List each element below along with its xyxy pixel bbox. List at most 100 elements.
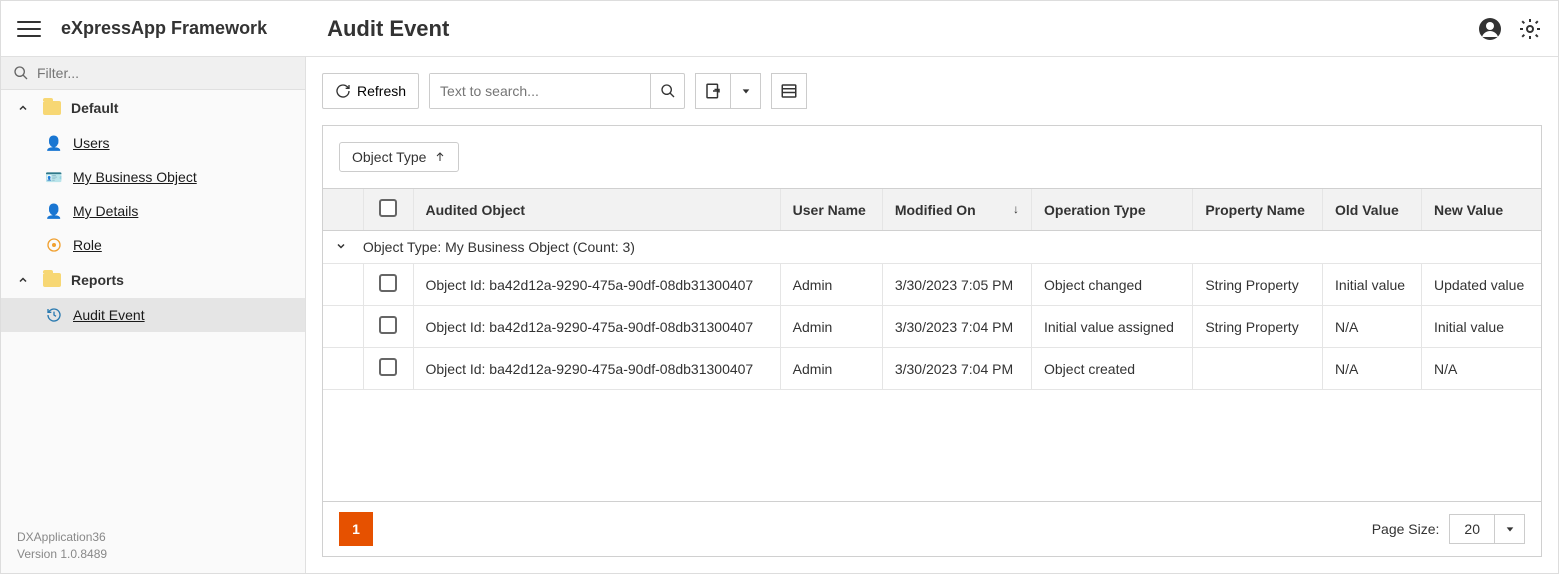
- column-header-new-value[interactable]: New Value: [1421, 189, 1541, 231]
- group-chip-label: Object Type: [352, 149, 426, 165]
- data-grid: Audited Object User Name Modified On↓ Op…: [323, 189, 1541, 501]
- collapse-group-icon[interactable]: [335, 240, 347, 252]
- folder-icon: [43, 273, 61, 287]
- export-button[interactable]: [695, 73, 731, 109]
- cell-modified-on: 3/30/2023 7:04 PM: [882, 348, 1031, 390]
- sidebar-filter: [1, 57, 305, 90]
- cell-audited-object: Object Id: ba42d12a-9290-475a-90df-08db3…: [413, 348, 780, 390]
- row-checkbox[interactable]: [379, 316, 397, 334]
- search-input[interactable]: [430, 74, 650, 108]
- menu-toggle-button[interactable]: [17, 17, 41, 41]
- column-header-select[interactable]: [363, 189, 413, 231]
- header: eXpressApp Framework Audit Event: [1, 1, 1558, 57]
- nav-group-label: Reports: [71, 272, 124, 288]
- user-account-icon[interactable]: [1478, 17, 1502, 41]
- group-row[interactable]: Object Type: My Business Object (Count: …: [323, 231, 1541, 264]
- row-checkbox[interactable]: [379, 358, 397, 376]
- cell-operation-type: Object changed: [1032, 264, 1193, 306]
- search-group: [429, 73, 685, 109]
- toolbar: Refresh: [322, 73, 1542, 109]
- cell-property-name: [1193, 348, 1323, 390]
- sidebar-filter-input[interactable]: [37, 65, 293, 81]
- sidebar-item-audit-event[interactable]: Audit Event: [1, 298, 305, 332]
- column-header-audited-object[interactable]: Audited Object: [413, 189, 780, 231]
- app-root: eXpressApp Framework Audit Event: [0, 0, 1559, 574]
- sidebar-item-label: Role: [73, 237, 102, 253]
- column-header-user-name[interactable]: User Name: [780, 189, 882, 231]
- settings-gear-icon[interactable]: [1518, 17, 1542, 41]
- sidebar-item-my-details[interactable]: 👤 My Details: [1, 194, 305, 228]
- pager: 1 Page Size: 20: [323, 501, 1541, 556]
- refresh-button[interactable]: Refresh: [322, 73, 419, 109]
- nav-group-header-reports[interactable]: Reports: [1, 262, 305, 298]
- search-icon: [660, 83, 676, 99]
- group-panel[interactable]: Object Type: [323, 126, 1541, 189]
- sort-desc-icon: ↓: [1013, 202, 1019, 216]
- sidebar-item-role[interactable]: Role: [1, 228, 305, 262]
- column-chooser-button[interactable]: [771, 73, 807, 109]
- app-title: eXpressApp Framework: [61, 18, 267, 39]
- cell-audited-object: Object Id: ba42d12a-9290-475a-90df-08db3…: [413, 264, 780, 306]
- cell-operation-type: Initial value assigned: [1032, 306, 1193, 348]
- column-header-modified-on[interactable]: Modified On↓: [882, 189, 1031, 231]
- chevron-down-icon: [1505, 524, 1515, 534]
- cell-old-value: Initial value: [1323, 264, 1422, 306]
- page-size-select[interactable]: 20: [1449, 514, 1525, 544]
- cell-old-value: N/A: [1323, 306, 1422, 348]
- page-size-value: 20: [1450, 515, 1494, 543]
- page-title: Audit Event: [327, 16, 449, 42]
- person-info-icon: 👤: [45, 202, 63, 220]
- nav-group-label: Default: [71, 100, 118, 116]
- sidebar-item-users[interactable]: 👤 Users: [1, 126, 305, 160]
- columns-icon: [780, 82, 798, 100]
- footer-app-name: DXApplication36: [17, 529, 289, 546]
- card-icon: 🪪: [45, 168, 63, 186]
- cell-new-value: N/A: [1421, 348, 1541, 390]
- page-size-dropdown-button[interactable]: [1494, 515, 1524, 543]
- app-footer: DXApplication36 Version 1.0.8489: [1, 519, 305, 573]
- sidebar-item-my-business-object[interactable]: 🪪 My Business Object: [1, 160, 305, 194]
- cell-modified-on: 3/30/2023 7:04 PM: [882, 306, 1031, 348]
- chevron-down-icon: [741, 86, 751, 96]
- navigation: Default 👤 Users 🪪 My Business Object 👤 M…: [1, 90, 305, 519]
- export-dropdown-button[interactable]: [731, 73, 761, 109]
- users-icon: 👤: [45, 134, 63, 152]
- sort-asc-icon: [434, 151, 446, 163]
- cell-user-name: Admin: [780, 306, 882, 348]
- cell-property-name: String Property: [1193, 306, 1323, 348]
- column-header-expand: [323, 189, 363, 231]
- grid-container: Object Type Audited Object User Name: [322, 125, 1542, 557]
- table-row[interactable]: Object Id: ba42d12a-9290-475a-90df-08db3…: [323, 348, 1541, 390]
- history-icon: [45, 306, 63, 324]
- group-chip-object-type[interactable]: Object Type: [339, 142, 459, 172]
- table-row[interactable]: Object Id: ba42d12a-9290-475a-90df-08db3…: [323, 306, 1541, 348]
- column-header-old-value[interactable]: Old Value: [1323, 189, 1422, 231]
- row-checkbox[interactable]: [379, 274, 397, 292]
- sidebar-item-label: My Details: [73, 203, 138, 219]
- search-button[interactable]: [650, 74, 684, 108]
- refresh-label: Refresh: [357, 83, 406, 99]
- column-header-property-name[interactable]: Property Name: [1193, 189, 1323, 231]
- main-content: Refresh: [306, 57, 1558, 573]
- search-icon: [13, 65, 29, 81]
- group-row-text: Object Type: My Business Object (Count: …: [363, 239, 635, 255]
- column-header-operation-type[interactable]: Operation Type: [1032, 189, 1193, 231]
- cell-user-name: Admin: [780, 264, 882, 306]
- table-row[interactable]: Object Id: ba42d12a-9290-475a-90df-08db3…: [323, 264, 1541, 306]
- cell-user-name: Admin: [780, 348, 882, 390]
- page-number-button[interactable]: 1: [339, 512, 373, 546]
- nav-group-default: Default 👤 Users 🪪 My Business Object 👤 M…: [1, 90, 305, 262]
- body: Default 👤 Users 🪪 My Business Object 👤 M…: [1, 57, 1558, 573]
- chevron-up-icon: [17, 274, 33, 286]
- cell-old-value: N/A: [1323, 348, 1422, 390]
- footer-version: Version 1.0.8489: [17, 546, 289, 563]
- sidebar-item-label: Users: [73, 135, 110, 151]
- cell-new-value: Updated value: [1421, 264, 1541, 306]
- select-all-checkbox[interactable]: [379, 199, 397, 217]
- export-icon: [704, 82, 722, 100]
- cell-property-name: String Property: [1193, 264, 1323, 306]
- cell-audited-object: Object Id: ba42d12a-9290-475a-90df-08db3…: [413, 306, 780, 348]
- nav-group-reports: Reports Audit Event: [1, 262, 305, 332]
- nav-group-header-default[interactable]: Default: [1, 90, 305, 126]
- role-icon: [45, 236, 63, 254]
